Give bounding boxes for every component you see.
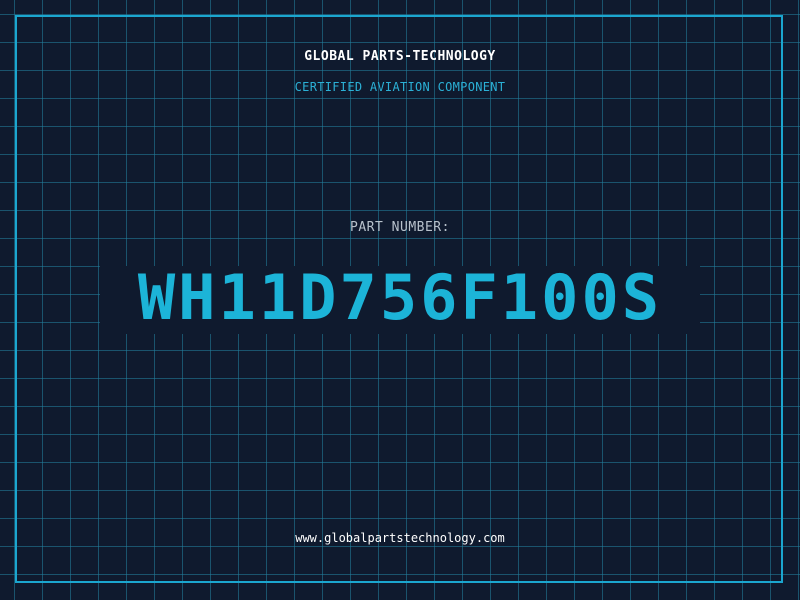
website-url: www.globalpartstechnology.com bbox=[295, 531, 505, 545]
certification-subtitle: CERTIFIED AVIATION COMPONENT bbox=[294, 80, 506, 94]
part-number-value: WH11D756F100S bbox=[137, 261, 663, 334]
part-number-label: PART NUMBER: bbox=[350, 220, 450, 235]
company-name: GLOBAL PARTS-TECHNOLOGY bbox=[304, 49, 496, 64]
